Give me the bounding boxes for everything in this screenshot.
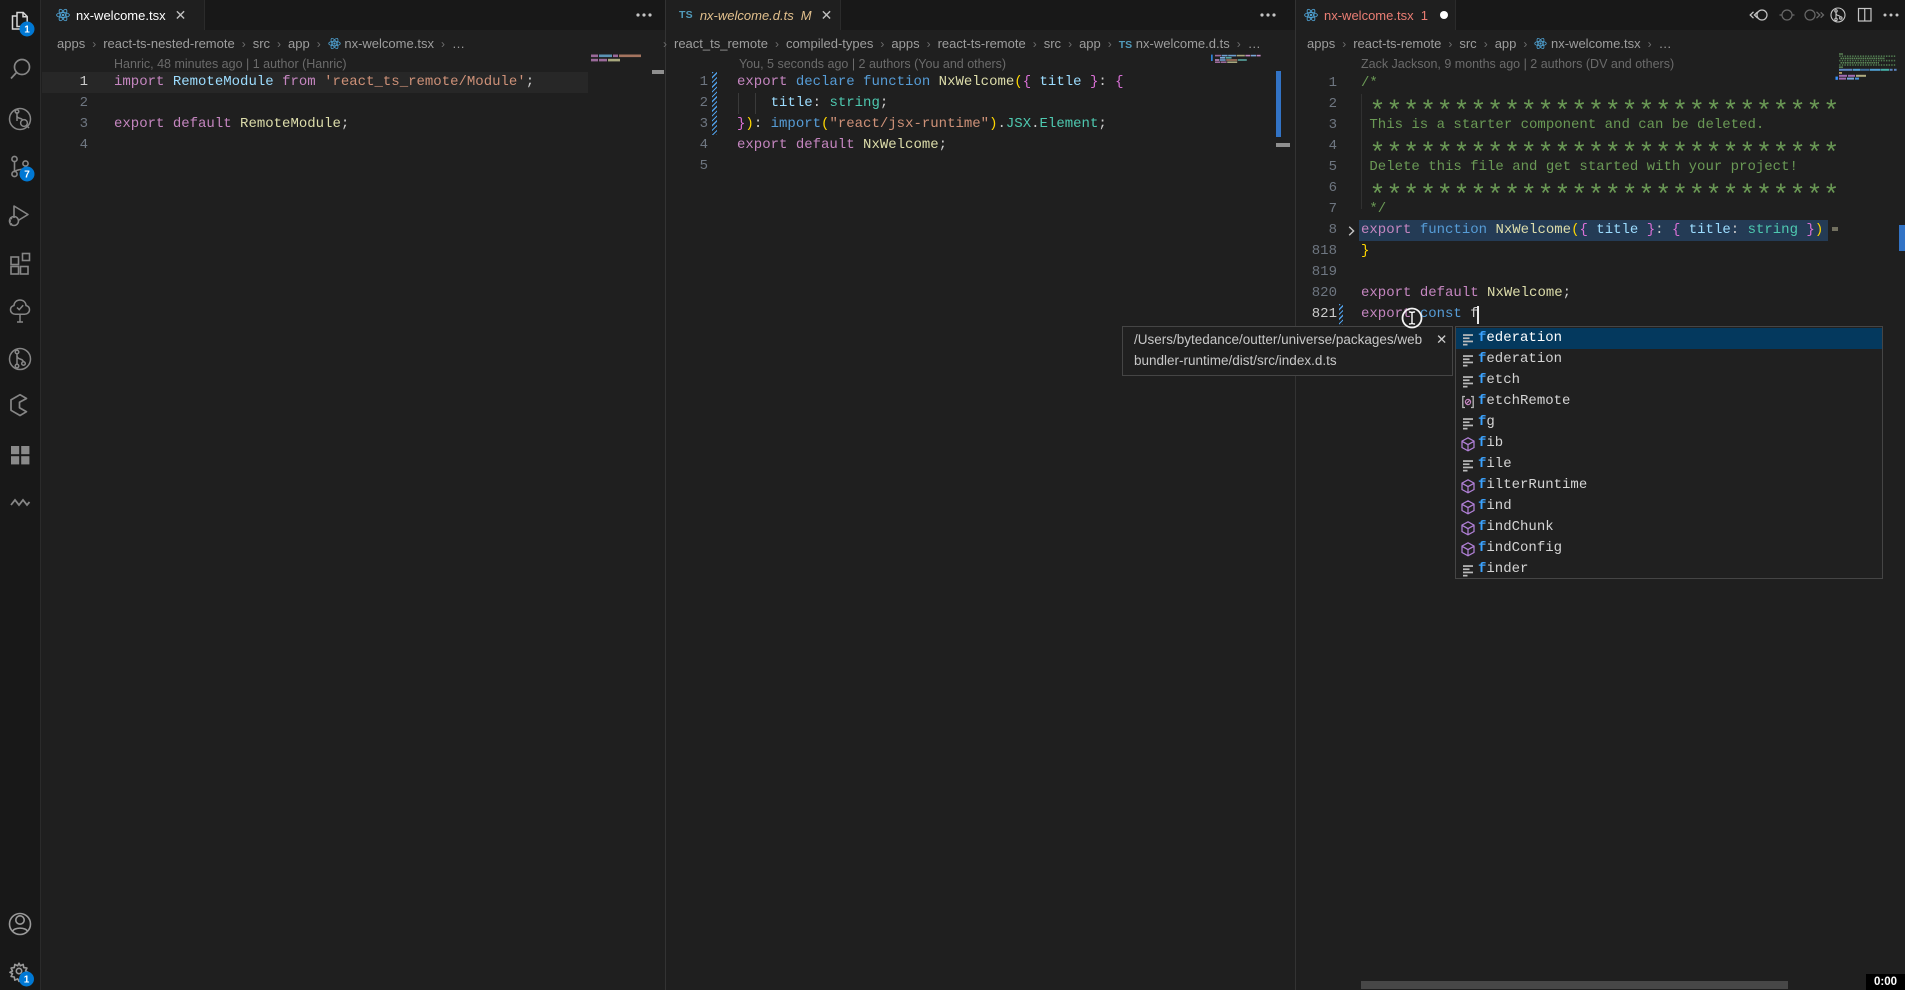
svg-text:1: 1 [24,975,30,986]
svg-text:1: 1 [24,25,30,36]
svg-text:7: 7 [24,170,30,181]
